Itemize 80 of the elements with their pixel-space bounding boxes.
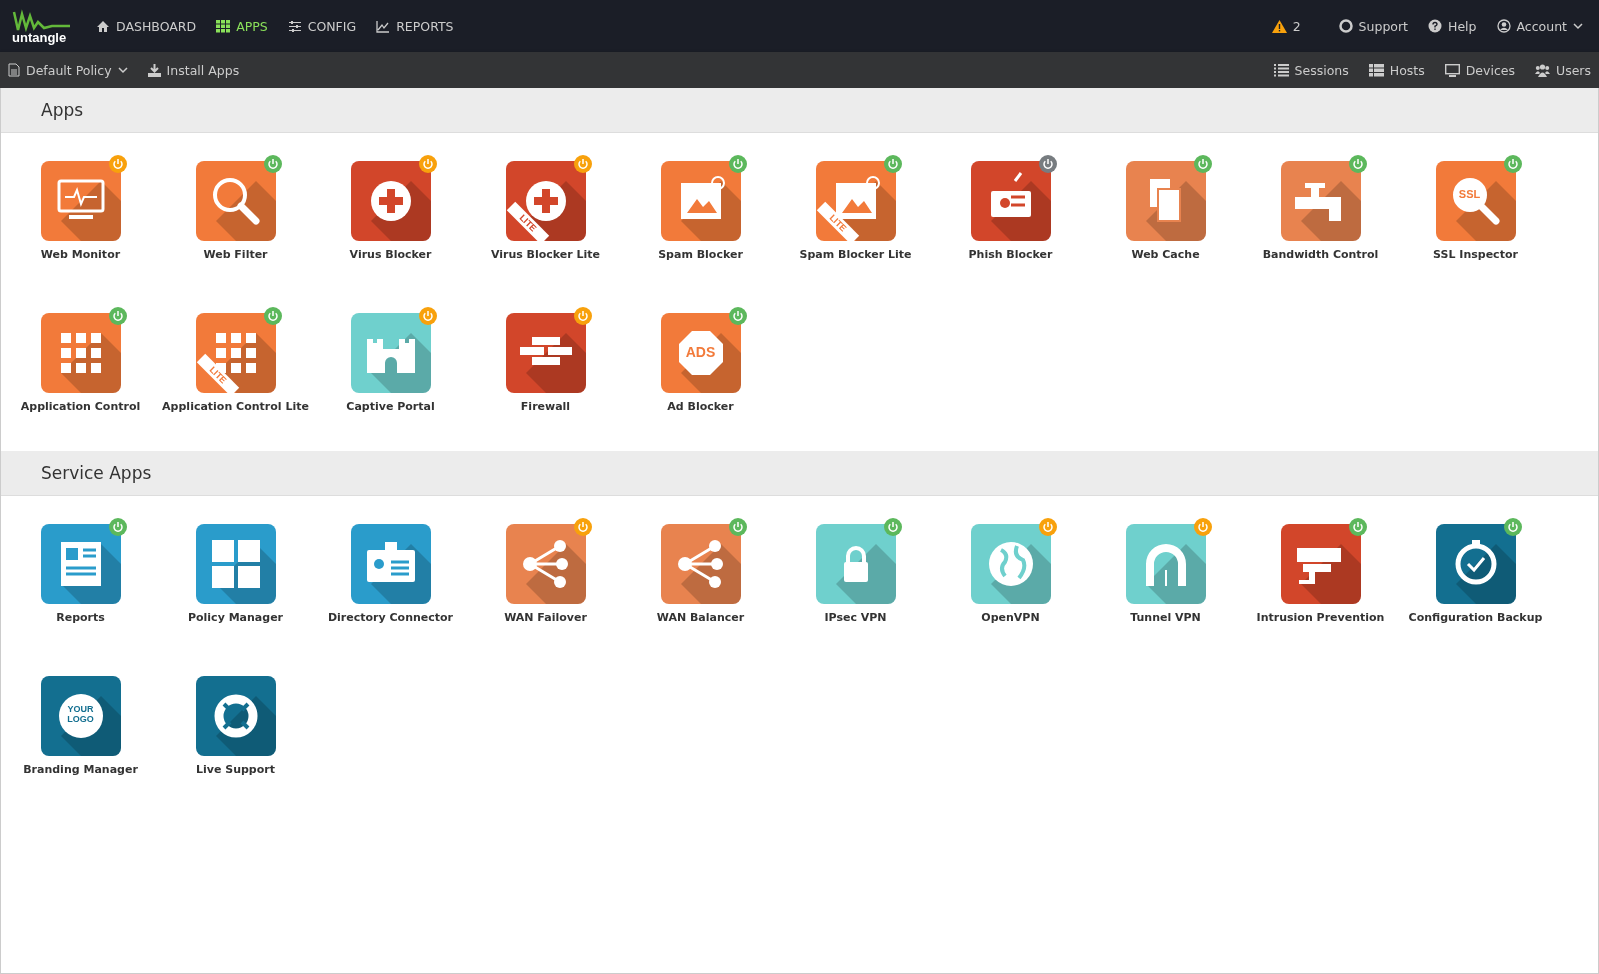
power-icon[interactable] — [1038, 155, 1057, 173]
hosts-link[interactable]: Hosts — [1368, 62, 1425, 78]
app-tile[interactable]: OpenVPN — [933, 516, 1088, 656]
app-tile[interactable]: YOUR LOGO Branding Manager — [3, 668, 158, 808]
app-tile[interactable]: Spam Blocker — [623, 153, 778, 293]
app-tile[interactable]: Web Monitor — [3, 153, 158, 293]
power-icon[interactable] — [573, 307, 592, 325]
power-icon[interactable] — [573, 518, 592, 536]
devices-link[interactable]: Devices — [1444, 62, 1515, 78]
sessions-link[interactable]: Sessions — [1273, 62, 1349, 78]
users-icon — [1535, 63, 1550, 77]
download-icon — [147, 63, 161, 77]
policy-dropdown[interactable]: Default Policy — [8, 62, 128, 78]
app-tile[interactable]: Intrusion Prevention — [1243, 516, 1398, 656]
app-tile[interactable]: Configuration Backup — [1398, 516, 1553, 656]
power-icon[interactable] — [883, 155, 902, 173]
app-tile[interactable]: Bandwidth Control — [1243, 153, 1398, 293]
account-menu[interactable]: Account — [1496, 18, 1583, 34]
nav-tab[interactable]: DASHBOARD — [96, 18, 197, 34]
chevron-icon — [1573, 22, 1583, 30]
sliders-icon — [287, 19, 302, 33]
monitor-icon — [1444, 63, 1460, 77]
power-icon[interactable] — [108, 307, 127, 325]
power-icon[interactable] — [728, 518, 747, 536]
app-tile[interactable]: Tunnel VPN — [1088, 516, 1243, 656]
icon-label: YOUR LOGO — [66, 704, 95, 724]
brand-name: untangle — [12, 29, 67, 45]
power-icon[interactable] — [263, 307, 282, 325]
app-tile[interactable]: SSL SSL Inspector — [1398, 153, 1553, 293]
alerts-link[interactable]: 2 — [1271, 18, 1301, 34]
power-icon[interactable] — [418, 155, 437, 173]
power-icon[interactable] — [883, 518, 902, 536]
help-link[interactable]: Help — [1428, 18, 1477, 34]
document-icon — [8, 63, 20, 77]
app-tile[interactable]: Web Cache — [1088, 153, 1243, 293]
app-tile[interactable]: WAN Balancer — [623, 516, 778, 656]
chart-icon — [376, 19, 391, 33]
app-tile[interactable]: IPsec VPN — [778, 516, 933, 656]
list-icon — [1273, 63, 1289, 77]
grid-icon — [216, 19, 231, 33]
users-link[interactable]: Users — [1535, 62, 1591, 78]
nav-tab[interactable]: CONFIG — [287, 18, 357, 34]
lifebuoy-icon — [1338, 19, 1353, 33]
app-tile[interactable]: Directory Connector — [313, 516, 468, 656]
app-tile[interactable]: Firewall — [468, 305, 623, 445]
power-icon[interactable] — [1503, 518, 1522, 536]
power-icon[interactable] — [1348, 155, 1367, 173]
icon-label: SSL — [1457, 188, 1482, 201]
nav-tab[interactable]: REPORTS — [376, 18, 454, 34]
list-icon — [1368, 63, 1384, 77]
power-icon[interactable] — [1348, 518, 1367, 536]
power-icon[interactable] — [573, 155, 592, 173]
section-title: Service Apps — [41, 463, 152, 483]
power-icon[interactable] — [108, 155, 127, 173]
app-tile[interactable]: Captive Portal — [313, 305, 468, 445]
home-icon — [96, 19, 110, 33]
app-tile[interactable]: ADS Ad Blocker — [623, 305, 778, 445]
help-icon — [1428, 19, 1442, 33]
app-tile[interactable]: Application Control — [3, 305, 158, 445]
install-apps-button[interactable]: Install Apps — [147, 62, 240, 78]
power-icon[interactable] — [728, 307, 747, 325]
app-tile[interactable]: WAN Failover — [468, 516, 623, 656]
section-title: Apps — [41, 100, 84, 120]
chevron-icon — [117, 66, 128, 74]
nav-tab[interactable]: APPS — [216, 18, 268, 34]
power-icon[interactable] — [263, 155, 282, 173]
app-tile[interactable]: Reports — [3, 516, 158, 656]
power-icon[interactable] — [1503, 155, 1522, 173]
power-icon[interactable] — [728, 155, 747, 173]
app-tile[interactable]: Virus Blocker — [313, 153, 468, 293]
power-icon[interactable] — [1193, 155, 1212, 173]
app-tile[interactable]: Phish Blocker — [933, 153, 1088, 293]
icon-label: ADS — [684, 345, 717, 361]
app-tile[interactable]: Web Filter — [158, 153, 313, 293]
user-icon — [1496, 19, 1511, 33]
support-link[interactable]: Support — [1338, 18, 1408, 34]
warning-icon — [1271, 19, 1287, 33]
power-icon[interactable] — [108, 518, 127, 536]
app-tile[interactable]: Live Support — [158, 668, 313, 808]
app-tile[interactable]: Policy Manager — [158, 516, 313, 656]
